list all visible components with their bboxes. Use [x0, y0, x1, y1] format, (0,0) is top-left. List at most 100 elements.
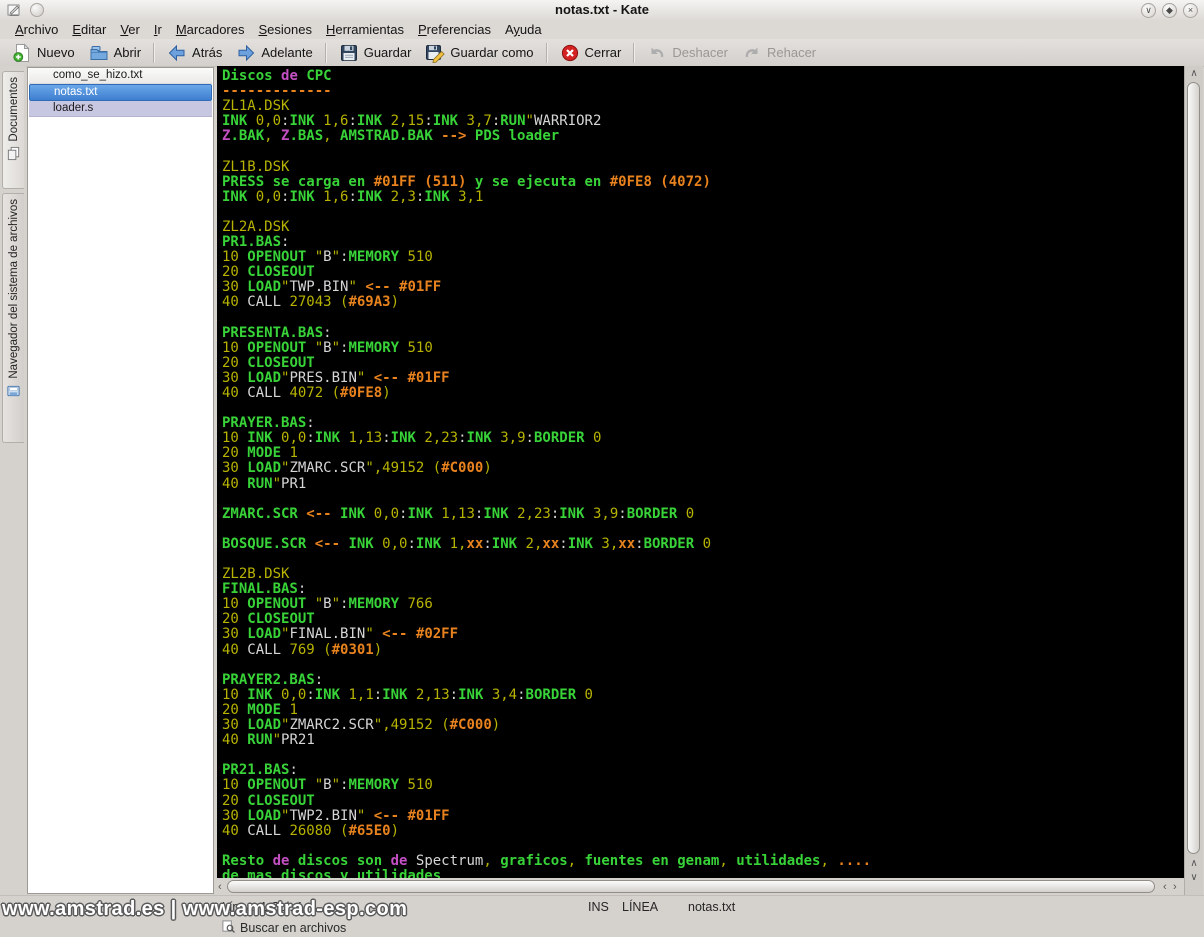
editor-line: 20 MODE 1	[222, 445, 298, 462]
menu-marcadores[interactable]: Marcadores	[169, 21, 252, 38]
redo-label: Rehacer	[766, 45, 817, 60]
scroll-down-icon[interactable]: ∨	[1185, 872, 1203, 884]
back-icon	[167, 43, 187, 63]
editor-line: Discos de CPC	[222, 68, 332, 84]
save-button[interactable]: Guardar	[332, 41, 419, 65]
title-bar: notas.txt - Kate ∨ ◆ ×	[0, 0, 1204, 21]
editor-line: ZL1B.DSK	[222, 158, 290, 175]
save-as-button[interactable]: Guardar como	[418, 41, 540, 65]
menu-ir[interactable]: Ir	[147, 21, 169, 38]
sidebar-tab-filesystem-browser[interactable]: Navegador del sistema de archivos	[2, 193, 24, 443]
forward-icon	[236, 43, 256, 63]
editor-line: ZL1A.DSK	[222, 98, 290, 115]
document-list-item[interactable]: loader.s	[29, 101, 212, 117]
undo-button: Deshacer	[640, 41, 735, 65]
scroll-left-icon[interactable]: ‹	[218, 880, 222, 894]
editor-line: INK 0,0:INK 1,6:INK 2,3:INK 3,1	[222, 188, 484, 205]
back-button[interactable]: Atrás	[160, 41, 229, 65]
editor-line: 10 OPENOUT "B":MEMORY 766	[222, 596, 433, 613]
horizontal-scrollbar[interactable]: ‹ ‹ ›	[217, 879, 1184, 895]
editor-line: 10 OPENOUT "B":MEMORY 510	[222, 249, 433, 266]
scroll-right-icon[interactable]: ›	[1173, 880, 1177, 894]
save-as-icon	[425, 43, 446, 63]
toolbar: Nuevo Abrir Atrás Adelante Guardar Guardar co…	[0, 39, 1204, 67]
editor-line: 30 LOAD"TWP2.BIN" <-- #01FF	[222, 807, 450, 824]
save-as-label: Guardar como	[450, 45, 534, 60]
close-label: Cerrar	[584, 45, 622, 60]
sidebar-tab-documents[interactable]: Documentos	[2, 71, 24, 189]
vertical-scrollbar[interactable]: ∧ ∧ ∨	[1184, 66, 1203, 895]
horizontal-scrollbar-thumb[interactable]	[227, 880, 1155, 893]
editor-line: -------------	[222, 83, 332, 100]
editor-line: 20 CLOSEOUT	[222, 611, 315, 628]
menu-sesiones[interactable]: Sesiones	[251, 21, 318, 38]
editor-line: 20 CLOSEOUT	[222, 792, 315, 809]
close-button[interactable]: Cerrar	[553, 41, 629, 65]
status-filename: notas.txt	[688, 900, 736, 914]
editor-line: 10 INK 0,0:INK 1,1:INK 2,13:INK 3,4:BORD…	[222, 686, 593, 703]
new-document-icon	[12, 42, 32, 63]
editor-line: PRESENTA.BAS:	[222, 324, 332, 341]
insert-mode-indicator: INS	[588, 900, 609, 914]
menu-ayuda[interactable]: Ayuda	[498, 21, 549, 38]
window-title: notas.txt - Kate	[555, 2, 649, 17]
close-window-button[interactable]: ×	[1183, 3, 1198, 18]
scroll-up-icon[interactable]: ∧	[1185, 68, 1203, 80]
find-in-files-icon	[222, 920, 235, 936]
editor-line: 20 CLOSEOUT	[222, 264, 315, 281]
forward-label: Adelante	[261, 45, 313, 60]
text-editor[interactable]: Discos de CPC ------------- ZL1A.DSK INK 0,…	[217, 66, 1184, 878]
menu-bar: Archivo Editar Ver Ir Marcadores Sesiones Herr…	[0, 20, 1204, 39]
toolbar-separator	[545, 42, 548, 63]
find-in-files-label: Buscar en archivos	[240, 921, 347, 935]
redo-button: Rehacer	[735, 41, 823, 65]
editor-line: 30 LOAD"PRES.BIN" <-- #01FF	[222, 369, 450, 386]
file-browser-icon	[6, 383, 21, 403]
menu-archivo[interactable]: Archivo	[8, 21, 65, 38]
window-menu-button[interactable]	[30, 3, 44, 17]
sidebar-tab-label: Documentos	[7, 77, 20, 142]
editor-line: 40 CALL 769 (#0301)	[222, 641, 383, 658]
find-in-files-button[interactable]: Buscar en archivos	[218, 919, 350, 937]
forward-button[interactable]: Adelante	[229, 41, 319, 65]
undo-icon	[647, 43, 667, 63]
new-button[interactable]: Nuevo	[5, 41, 82, 65]
editor-line: ZL2A.DSK	[222, 218, 290, 235]
toolbar-separator	[153, 42, 156, 63]
editor-line: 40 CALL 26080 (#65E0)	[222, 822, 400, 839]
editor-line: ZL2B.DSK	[222, 566, 290, 583]
close-icon	[560, 43, 580, 63]
editor-line: 40 CALL 27043 (#69A3)	[222, 294, 400, 311]
scroll-left-icon[interactable]: ‹	[1163, 880, 1167, 894]
editor-line: BOSQUE.SCR <-- INK 0,0:INK 1,xx:INK 2,xx…	[222, 535, 712, 552]
menu-preferencias[interactable]: Preferencias	[411, 21, 498, 38]
editor-line: PR21.BAS:	[222, 762, 298, 779]
menu-editar[interactable]: Editar	[65, 21, 113, 38]
scroll-up-icon[interactable]: ∧	[1185, 858, 1203, 870]
editor-line: FINAL.BAS:	[222, 581, 307, 598]
kate-app-icon	[7, 3, 21, 17]
open-button[interactable]: Abrir	[82, 41, 148, 65]
document-list-item[interactable]: como_se_hizo.txt	[29, 68, 212, 84]
minimize-button[interactable]: ∨	[1141, 3, 1156, 18]
menu-ver[interactable]: Ver	[113, 21, 147, 38]
open-icon	[89, 43, 109, 63]
open-label: Abrir	[113, 45, 142, 60]
toolbar-separator	[633, 42, 636, 63]
vertical-scrollbar-thumb[interactable]	[1187, 82, 1200, 854]
maximize-button[interactable]: ◆	[1162, 3, 1177, 18]
back-label: Atrás	[192, 45, 223, 60]
toolbar-separator	[324, 42, 327, 63]
document-list-item[interactable]: notas.txt	[29, 84, 212, 101]
menu-herramientas[interactable]: Herramientas	[319, 21, 411, 38]
documents-icon	[6, 146, 21, 166]
documents-panel: como_se_hizo.txt notas.txt loader.s	[27, 67, 214, 894]
